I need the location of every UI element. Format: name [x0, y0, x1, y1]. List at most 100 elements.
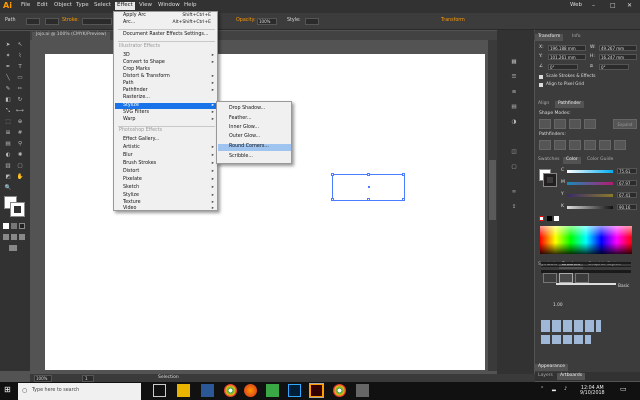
menu-item-artistic[interactable]: Artistic [123, 145, 140, 151]
perspective-grid-tool-icon[interactable]: ⊞ [3, 130, 13, 137]
menu-type[interactable]: Type [76, 2, 89, 9]
stroke-weight-field[interactable] [82, 18, 112, 25]
menu-effect[interactable]: Effect [115, 2, 135, 10]
anchor-point[interactable] [367, 173, 370, 176]
color-mode-button[interactable] [3, 223, 9, 229]
menu-item-arc[interactable]: Arc... [123, 20, 135, 26]
anchor-point[interactable] [331, 198, 334, 201]
brush-tip-small[interactable] [543, 273, 557, 283]
shape-builder-tool-icon[interactable]: ⊕ [15, 119, 25, 126]
camtasia-icon[interactable] [266, 384, 279, 397]
properties-icon[interactable]: ☰ [509, 74, 519, 81]
screen-mode-button[interactable] [9, 245, 17, 251]
menu-item-effect-gallery[interactable]: Effect Gallery... [123, 137, 159, 143]
workspace-switcher[interactable]: Web [570, 2, 582, 9]
tab-color-guide[interactable]: Color Guide [584, 157, 616, 164]
brush-stroke-preview[interactable] [541, 262, 631, 264]
brush-swatch-row[interactable] [541, 335, 591, 344]
word-icon[interactable] [201, 384, 214, 397]
tab-appearance[interactable]: Appearance [535, 364, 569, 371]
menu-item-scribble[interactable]: Scribble... [229, 154, 253, 160]
brush-tip-large[interactable] [575, 273, 589, 283]
scale-tool-icon[interactable]: ⤡ [3, 108, 13, 115]
media-app-icon[interactable] [356, 384, 369, 397]
chrome-icon[interactable] [224, 384, 237, 397]
tab-color[interactable]: Color [563, 157, 581, 164]
notifications-icon[interactable]: ▭ [620, 386, 627, 393]
menu-item-stylize-ps[interactable]: Stylize [123, 193, 139, 199]
task-view-icon[interactable] [153, 384, 166, 397]
firefox-icon[interactable] [244, 384, 257, 397]
exclude-button[interactable] [584, 119, 596, 129]
system-clock[interactable]: 12:04 AM 9/10/2018 [580, 386, 605, 396]
slice-tool-icon[interactable]: ◩ [3, 174, 13, 181]
tab-info[interactable]: Info [569, 34, 584, 41]
stroke-swatch[interactable] [45, 18, 59, 25]
pen-tool-icon[interactable]: ✒ [3, 64, 13, 71]
anchor-point[interactable] [367, 198, 370, 201]
free-transform-tool-icon[interactable]: ⬚ [3, 119, 13, 126]
mesh-tool-icon[interactable]: # [15, 130, 25, 137]
align-pixel-checkbox[interactable] [539, 83, 543, 87]
tray-chevron-icon[interactable]: ⌃ [540, 387, 544, 392]
none-mode-button[interactable] [19, 223, 25, 229]
menu-item-distort-transform[interactable]: Distort & Transform [123, 74, 170, 80]
gradient-mode-button[interactable] [11, 223, 17, 229]
rotate-tool-icon[interactable]: ↻ [15, 97, 25, 104]
outline-button[interactable] [599, 140, 611, 150]
zoom-tool-icon[interactable]: 🔍 [3, 185, 13, 192]
angle-field[interactable]: 0° [548, 64, 578, 70]
links-panel-icon[interactable]: ∞ [509, 189, 519, 196]
menu-view[interactable]: View [139, 2, 152, 9]
brush-stroke-preview[interactable] [556, 283, 616, 285]
merge-button[interactable] [569, 140, 581, 150]
menu-item-apply-arc[interactable]: Apply Arc [123, 13, 146, 19]
minus-front-button[interactable] [554, 119, 566, 129]
menu-item-3d[interactable]: 3D [123, 53, 130, 59]
column-graph-tool-icon[interactable]: ▥ [3, 163, 13, 170]
taskbar-search-box[interactable]: ○ Type here to search [18, 383, 141, 400]
menu-object[interactable]: Object [54, 2, 72, 9]
gradient-tool-icon[interactable]: ▤ [3, 141, 13, 148]
menu-item-stylize[interactable]: Stylize [123, 103, 139, 109]
layers-panel-icon[interactable]: ◫ [509, 149, 519, 156]
file-explorer-icon[interactable] [177, 384, 190, 397]
minus-back-button[interactable] [614, 140, 626, 150]
channel-c-slider[interactable] [567, 170, 613, 173]
pencil-tool-icon[interactable]: ✏ [15, 86, 25, 93]
menu-item-distort[interactable]: Distort [123, 169, 139, 175]
eraser-tool-icon[interactable]: ◧ [3, 97, 13, 104]
artboards-panel-icon[interactable]: ▢ [509, 164, 519, 171]
tab-pathfinder[interactable]: Pathfinder [555, 101, 585, 108]
brush-tip-selected[interactable] [559, 273, 573, 283]
w-field[interactable]: 49.267 mm [599, 45, 637, 51]
symbol-sprayer-tool-icon[interactable]: ✺ [15, 152, 25, 159]
h-field[interactable]: 16.247 mm [599, 54, 637, 60]
channel-y-slider[interactable] [567, 194, 613, 197]
artboard-tool-icon[interactable]: ▢ [15, 163, 25, 170]
channel-k-slider[interactable] [567, 206, 613, 209]
channel-y-field[interactable]: 67.41 [617, 192, 637, 198]
scrollbar-thumb[interactable] [489, 160, 496, 220]
channel-m-slider[interactable] [567, 182, 613, 185]
illustrator-icon[interactable] [309, 383, 324, 398]
gradient-panel-icon[interactable]: ▤ [509, 104, 519, 111]
y-field[interactable]: 101.261 mm [548, 54, 586, 60]
menu-item-rasterize[interactable]: Rasterize... [123, 95, 150, 101]
stroke-label[interactable]: Stroke: [62, 18, 79, 24]
menu-item-round-corners[interactable]: Round Corners... [229, 144, 269, 150]
unite-button[interactable] [539, 119, 551, 129]
width-tool-icon[interactable]: ⟷ [15, 108, 25, 115]
libraries-icon[interactable]: ▦ [509, 59, 519, 66]
draw-behind-button[interactable] [11, 234, 17, 240]
none-swatch[interactable] [539, 216, 544, 221]
menu-item-path[interactable]: Path [123, 81, 134, 87]
menu-help[interactable]: Help [184, 2, 197, 9]
tab-artboards[interactable]: Artboards [557, 373, 586, 380]
channel-c-field[interactable]: 75.61 [617, 168, 637, 174]
tab-layers[interactable]: Layers [535, 373, 556, 380]
menu-select[interactable]: Select [94, 2, 111, 9]
brush-swatch-row[interactable] [541, 320, 601, 332]
color-spectrum[interactable] [540, 226, 632, 254]
fill-swatch[interactable] [26, 18, 40, 25]
